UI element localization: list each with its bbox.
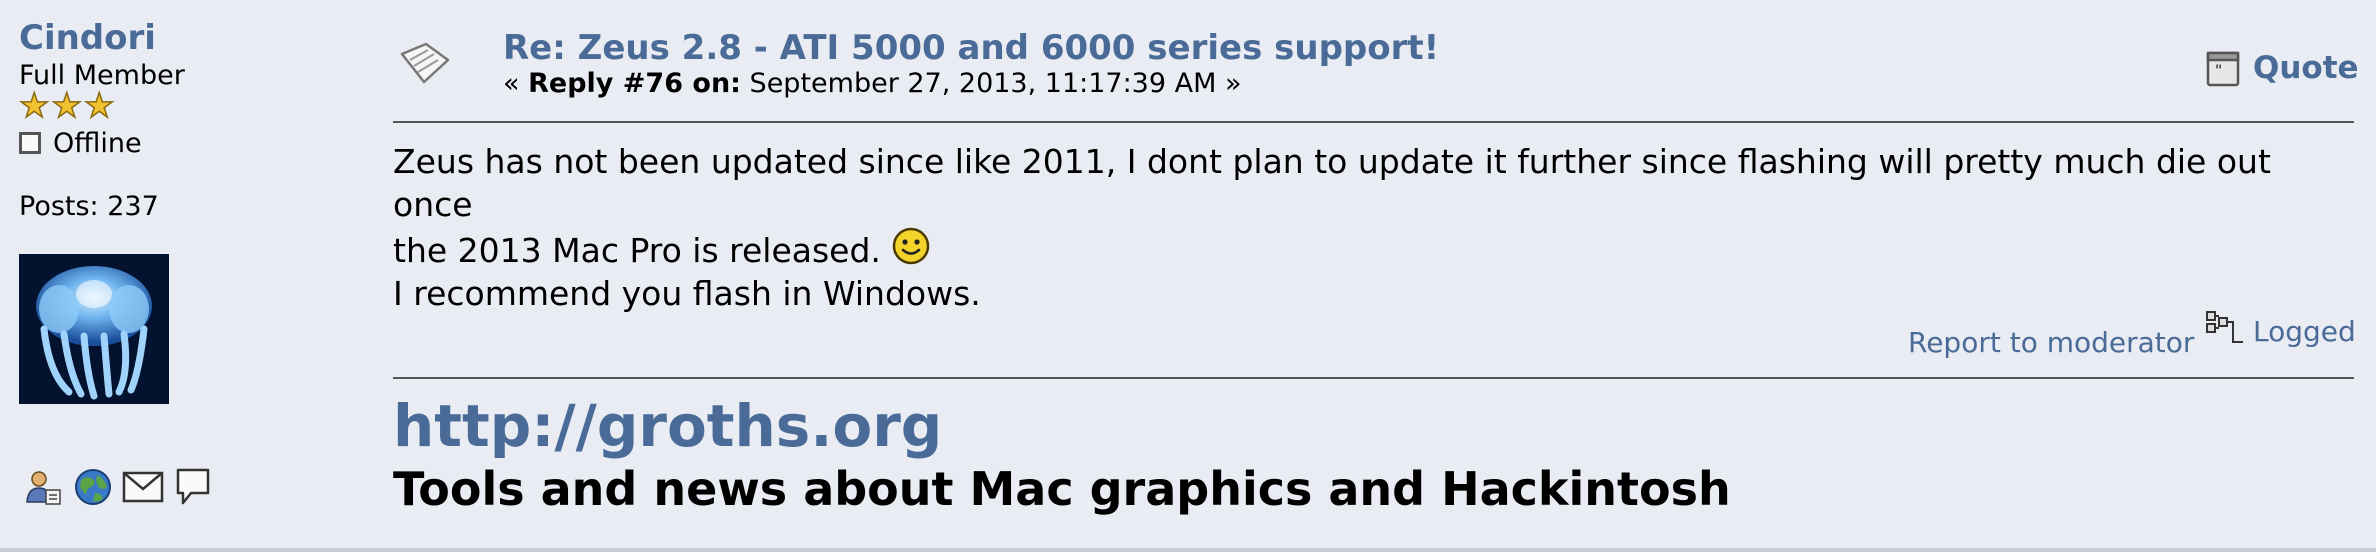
post-body-line: I recommend you flash in Windows. xyxy=(393,274,981,313)
post-date: September 27, 2013, 11:17:39 AM » xyxy=(740,68,1242,99)
logged-label: Logged xyxy=(2253,315,2356,348)
avatar xyxy=(19,254,169,404)
quote-icon: " xyxy=(2205,48,2241,88)
reply-number: Reply #76 on: xyxy=(528,68,741,99)
post-body-line: Zeus has not been updated since like 201… xyxy=(393,142,2271,224)
quote-button[interactable]: " Quote xyxy=(2205,48,2359,88)
svg-text:": " xyxy=(2215,63,2222,79)
logged-ip: Logged xyxy=(2205,310,2356,348)
signature-link[interactable]: http://groths.org xyxy=(393,392,942,460)
email-icon[interactable] xyxy=(122,466,164,508)
star-icon: ★ xyxy=(83,86,115,126)
quote-label: Quote xyxy=(2253,50,2359,86)
smiley-icon xyxy=(891,226,931,266)
contact-icons xyxy=(22,466,214,508)
post-count: Posts: 237 xyxy=(19,191,159,222)
signature-tagline: Tools and news about Mac graphics and Ha… xyxy=(393,462,1731,516)
reply-prefix: « xyxy=(503,68,529,99)
star-icon: ★ xyxy=(18,86,50,126)
username-link[interactable]: Cindori xyxy=(19,18,156,58)
post-body-line: the 2013 Mac Pro is released. xyxy=(393,231,881,270)
signature-divider xyxy=(393,377,2354,379)
logged-icon xyxy=(2205,310,2245,346)
post-body: Zeus has not been updated since like 201… xyxy=(393,140,2358,315)
rank-stars: ★ ★ ★ xyxy=(18,86,115,126)
globe-icon[interactable] xyxy=(72,466,114,508)
post-subject-link[interactable]: Re: Zeus 2.8 - ATI 5000 and 6000 series … xyxy=(503,28,1439,68)
reply-info: « Reply #76 on: September 27, 2013, 11:1… xyxy=(503,68,1241,99)
status-label: Offline xyxy=(53,127,142,159)
offline-status-icon xyxy=(19,132,41,154)
online-status: Offline xyxy=(19,126,142,160)
personal-message-icon[interactable] xyxy=(172,466,214,508)
header-divider xyxy=(393,121,2354,123)
forum-post: Cindori Full Member ★ ★ ★ Offline Posts:… xyxy=(0,0,2376,552)
poster-info: Cindori Full Member ★ ★ ★ Offline Posts:… xyxy=(0,0,380,548)
star-icon: ★ xyxy=(51,86,83,126)
post-icon xyxy=(396,38,456,90)
report-to-moderator-link[interactable]: Report to moderator xyxy=(1908,326,2194,359)
profile-icon[interactable] xyxy=(22,466,64,508)
post-body-line-with-smiley: the 2013 Mac Pro is released. xyxy=(393,226,2358,272)
